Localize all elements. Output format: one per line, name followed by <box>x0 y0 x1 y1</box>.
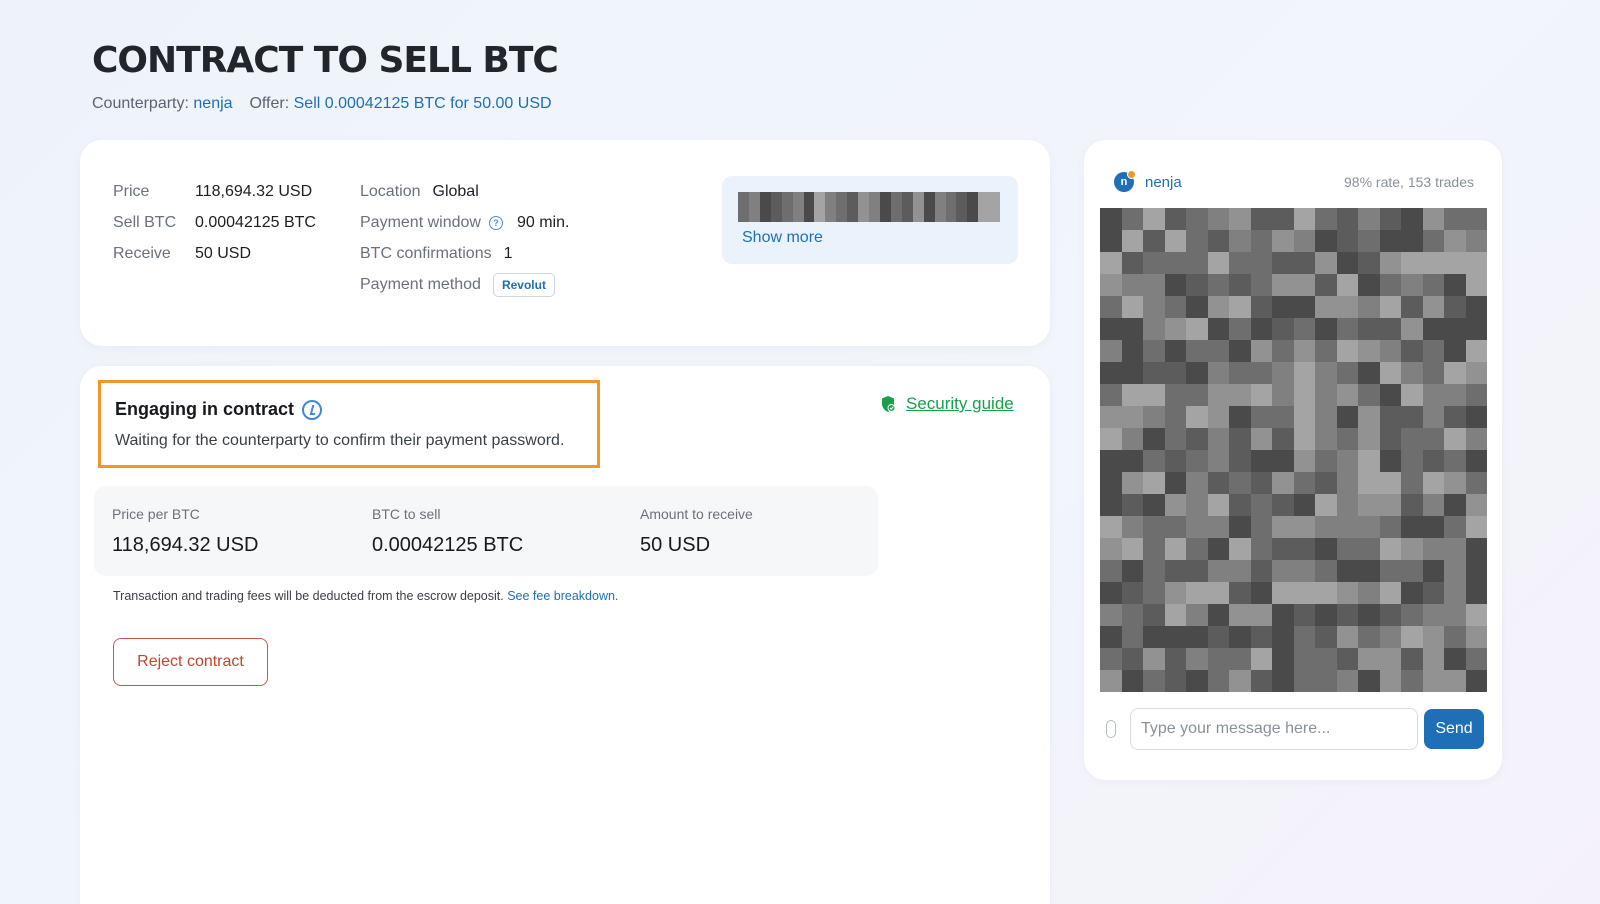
chat-header: n nenja 98% rate, 153 trades <box>1114 170 1474 192</box>
summary-btc-label: BTC to sell <box>372 506 441 522</box>
payment-window-value: 90 min. <box>516 213 570 231</box>
offer-label: Offer: <box>249 95 290 112</box>
trade-amounts: Price 118,694.32 USD Sell BTC 0.00042125… <box>113 176 316 269</box>
receive-row: Receive 50 USD <box>113 238 316 269</box>
payment-method-row: Payment method Revolut <box>360 269 569 300</box>
contract-page: CONTRACT TO SELL BTC Counterparty: nenja… <box>0 0 1600 904</box>
security-guide-link[interactable]: Security guide <box>880 394 1014 414</box>
fee-note: Transaction and trading fees will be ded… <box>113 589 618 603</box>
trade-terms-preview: Show more <box>722 176 1018 264</box>
show-more-link[interactable]: Show more <box>742 229 823 247</box>
contract-status-card: Engaging in contract Waiting for the cou… <box>80 366 1050 904</box>
reject-contract-button[interactable]: Reject contract <box>113 638 268 686</box>
price-label: Price <box>113 182 150 200</box>
fee-note-text: Transaction and trading fees will be ded… <box>113 589 504 603</box>
chat-rating: 98% rate, 153 trades <box>1344 174 1474 190</box>
payment-window-row: Payment window ? 90 min. <box>360 207 569 238</box>
shield-check-icon <box>882 396 896 412</box>
refresh-icon <box>302 399 323 420</box>
summary-receive-value: 50 USD <box>640 534 711 556</box>
paperclip-icon[interactable] <box>1106 720 1116 738</box>
summary-receive-label: Amount to receive <box>640 506 753 522</box>
confirmations-value: 1 <box>503 244 513 262</box>
page-title: CONTRACT TO SELL BTC <box>92 40 559 81</box>
sell-btc-value: 0.00042125 BTC <box>195 213 316 231</box>
redacted-terms-text <box>738 192 1001 222</box>
summary-btc: BTC to sell 0.00042125 BTC <box>372 506 523 557</box>
payment-window-label: Payment window <box>360 213 481 231</box>
status-title-row: Engaging in contract <box>115 399 583 420</box>
location-row: Location Global <box>360 176 569 207</box>
summary-price-value: 118,694.32 USD <box>112 534 259 556</box>
avatar: n <box>1114 170 1136 192</box>
sell-btc-row: Sell BTC 0.00042125 BTC <box>113 207 316 238</box>
price-value: 118,694.32 USD <box>195 182 313 200</box>
summary-receive: Amount to receive 50 USD <box>640 506 753 557</box>
summary-price: Price per BTC 118,694.32 USD <box>112 506 258 557</box>
trade-terms: Location Global Payment window ? 90 min.… <box>360 176 569 300</box>
chat-input-row: Send <box>1106 708 1488 750</box>
sell-btc-label: Sell BTC <box>113 213 177 231</box>
payment-method-label: Payment method <box>360 275 481 293</box>
confirmations-label: BTC confirmations <box>360 244 492 262</box>
fee-breakdown-link[interactable]: See fee breakdown. <box>507 589 618 603</box>
location-label: Location <box>360 182 421 200</box>
location-value: Global <box>432 182 479 200</box>
status-title: Engaging in contract <box>115 399 295 419</box>
price-row: Price 118,694.32 USD <box>113 176 316 207</box>
counterparty-link[interactable]: nenja <box>193 95 232 112</box>
chat-messages-redacted <box>1100 208 1487 692</box>
confirmations-row: BTC confirmations 1 <box>360 238 569 269</box>
receive-value: 50 USD <box>195 244 252 262</box>
payment-method-badge: Revolut <box>492 272 555 297</box>
counterparty-label: Counterparty: <box>92 95 189 112</box>
status-highlight: Engaging in contract Waiting for the cou… <box>98 380 600 468</box>
summary-price-label: Price per BTC <box>112 506 200 522</box>
contract-subline: Counterparty: nenja Offer: Sell 0.000421… <box>92 95 552 113</box>
chat-username-link[interactable]: nenja <box>1145 174 1182 191</box>
contract-summary: Price per BTC 118,694.32 USD BTC to sell… <box>94 486 878 576</box>
status-description: Waiting for the counterparty to confirm … <box>115 432 565 449</box>
security-guide-label: Security guide <box>906 394 1014 413</box>
summary-btc-value: 0.00042125 BTC <box>372 534 524 556</box>
chat-message-input[interactable] <box>1130 708 1418 750</box>
contract-details-card: Price 118,694.32 USD Sell BTC 0.00042125… <box>80 140 1050 346</box>
help-icon[interactable]: ? <box>488 215 503 230</box>
send-button[interactable]: Send <box>1424 709 1484 749</box>
offer-link[interactable]: Sell 0.00042125 BTC for 50.00 USD <box>294 95 552 112</box>
receive-label: Receive <box>113 244 171 262</box>
chat-panel: n nenja 98% rate, 153 trades Send <box>1084 140 1502 780</box>
